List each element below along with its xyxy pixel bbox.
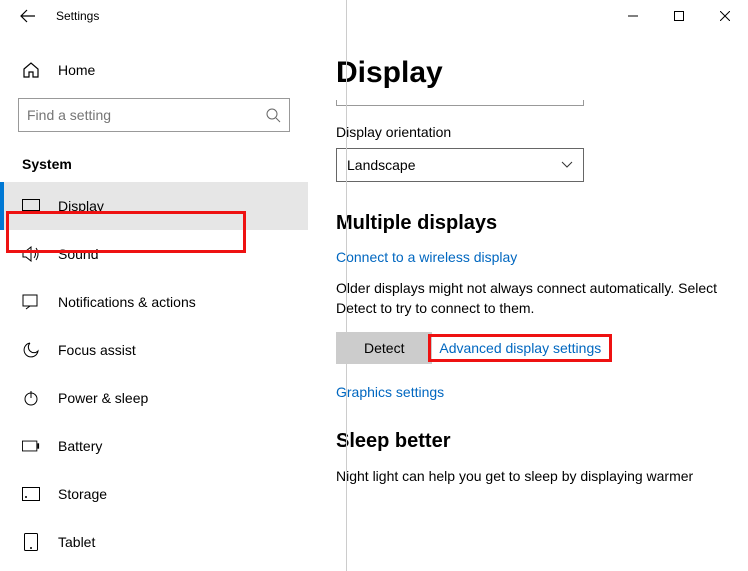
sidebar-item-home[interactable]: Home (0, 50, 308, 90)
sidebar-item-notifications[interactable]: Notifications & actions (0, 278, 308, 326)
sleep-better-header: Sleep better (336, 430, 720, 453)
search-input[interactable] (27, 107, 265, 123)
advanced-link-highlight: Advanced display settings (428, 334, 612, 362)
sidebar-item-sound[interactable]: Sound (0, 230, 308, 278)
sidebar-item-focus-assist[interactable]: Focus assist (0, 326, 308, 374)
orientation-dropdown[interactable]: Landscape (336, 148, 584, 182)
advanced-display-settings-link[interactable]: Advanced display settings (439, 340, 601, 356)
sidebar-item-label: Power & sleep (58, 390, 148, 406)
sidebar-item-label: Focus assist (58, 342, 136, 358)
chevron-down-icon (561, 161, 573, 169)
maximize-icon (674, 11, 684, 21)
sound-icon (22, 246, 40, 262)
storage-icon (22, 487, 40, 501)
close-icon (720, 11, 730, 21)
focus-assist-icon (22, 341, 40, 359)
sidebar-item-label: Sound (58, 246, 98, 262)
sidebar-item-label: Battery (58, 438, 102, 454)
sidebar-item-display[interactable]: Display (0, 182, 308, 230)
detect-button[interactable]: Detect (336, 332, 432, 364)
close-button[interactable] (702, 0, 748, 32)
sidebar: Home System Display Sound Notifications … (0, 32, 308, 571)
graphics-settings-link[interactable]: Graphics settings (336, 384, 720, 400)
power-icon (22, 390, 40, 406)
multiple-displays-header: Multiple displays (336, 212, 720, 235)
main-content: Display Display orientation Landscape Mu… (308, 32, 748, 571)
search-box[interactable] (18, 98, 290, 132)
orientation-value: Landscape (347, 157, 416, 173)
tablet-icon (22, 533, 40, 551)
window-controls (610, 0, 748, 32)
field-bottom-border (336, 100, 584, 106)
battery-icon (22, 440, 40, 452)
sidebar-home-label: Home (58, 62, 95, 78)
window-title: Settings (56, 9, 99, 23)
sidebar-item-label: Display (58, 198, 104, 214)
page-title: Display (336, 56, 720, 90)
older-displays-text: Older displays might not always connect … (336, 279, 720, 318)
sidebar-item-storage[interactable]: Storage (0, 470, 308, 518)
sidebar-item-power-sleep[interactable]: Power & sleep (0, 374, 308, 422)
search-icon (265, 107, 281, 123)
arrow-left-icon (20, 8, 36, 24)
monitor-icon (22, 199, 40, 213)
sidebar-item-tablet[interactable]: Tablet (0, 518, 308, 566)
minimize-button[interactable] (610, 0, 656, 32)
sleep-better-text: Night light can help you get to sleep by… (336, 467, 720, 487)
sidebar-item-label: Tablet (58, 534, 95, 550)
home-icon (22, 61, 40, 79)
back-button[interactable] (12, 0, 44, 32)
notifications-icon (22, 294, 40, 310)
minimize-icon (628, 11, 638, 21)
sidebar-item-label: Notifications & actions (58, 294, 196, 310)
sidebar-item-battery[interactable]: Battery (0, 422, 308, 470)
vertical-divider (346, 0, 347, 571)
sidebar-item-label: Storage (58, 486, 107, 502)
maximize-button[interactable] (656, 0, 702, 32)
orientation-label: Display orientation (336, 124, 720, 140)
wireless-display-link[interactable]: Connect to a wireless display (336, 249, 720, 265)
sidebar-section-label: System (22, 156, 308, 172)
